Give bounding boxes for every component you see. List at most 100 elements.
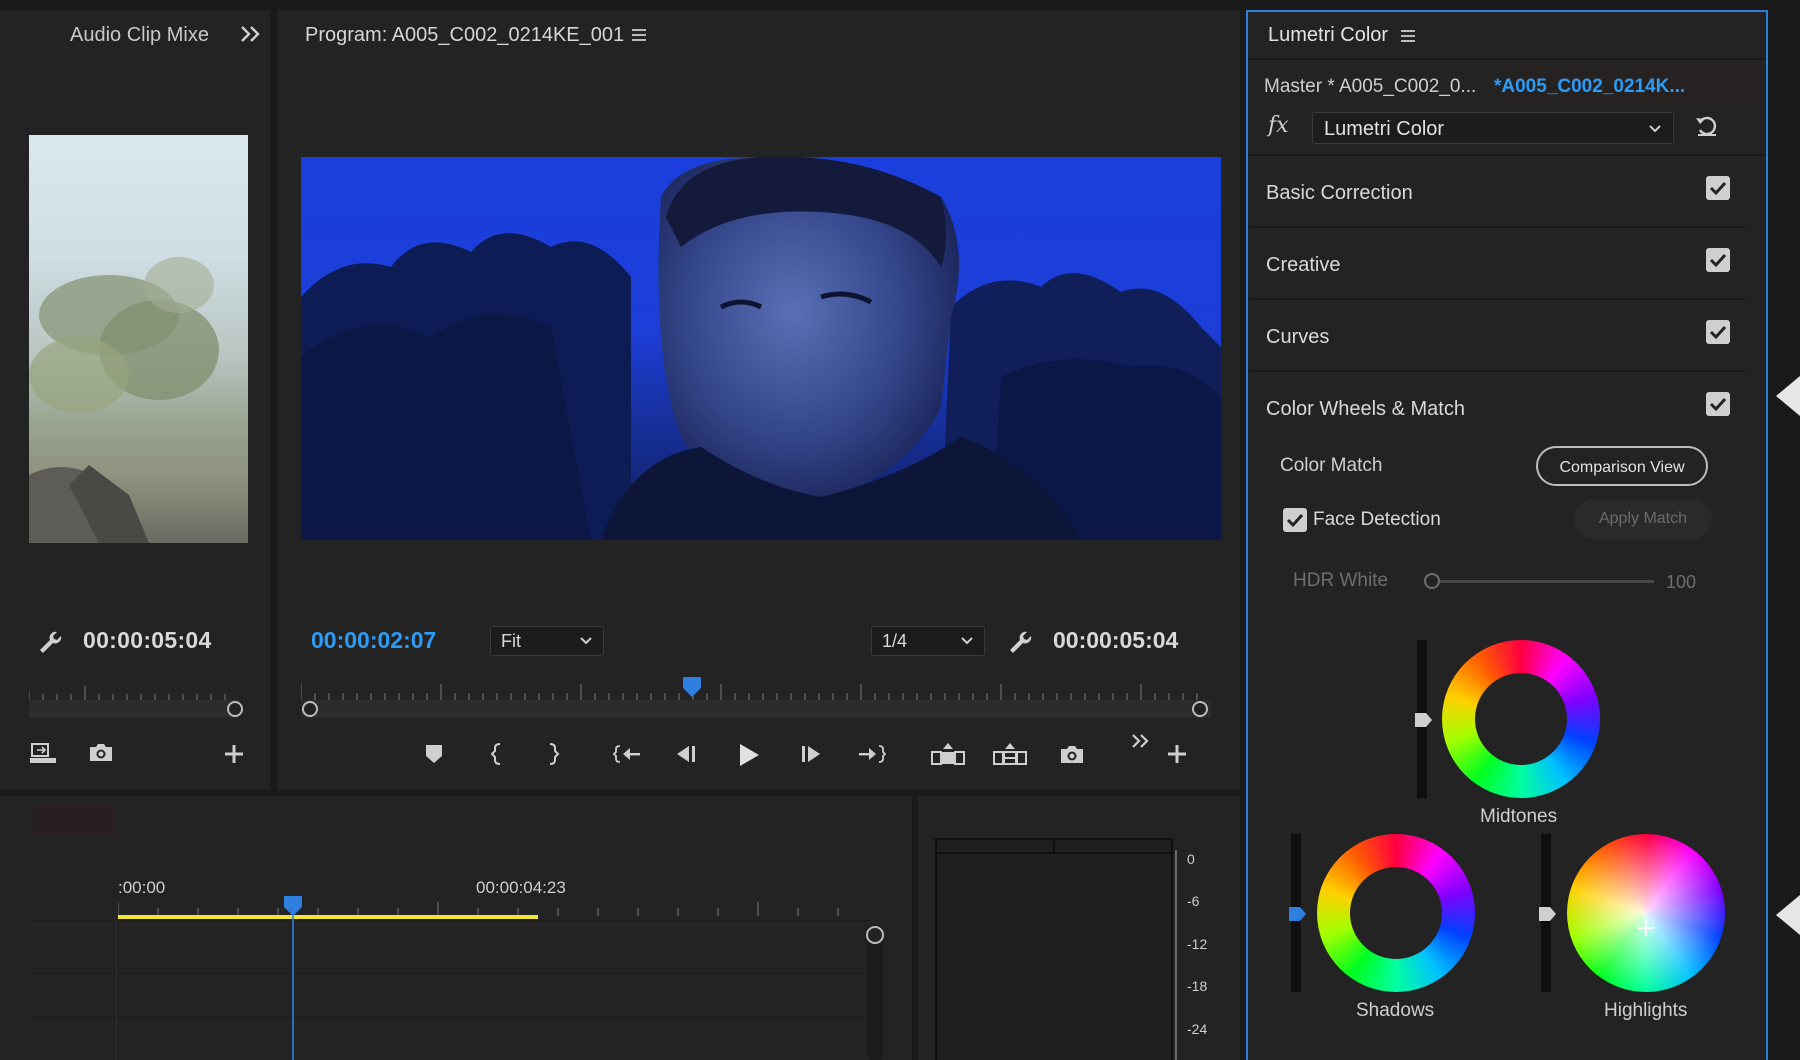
comparison-view-button[interactable]: Comparison View: [1536, 446, 1708, 486]
section-color-wheels-match[interactable]: Color Wheels & Match: [1250, 374, 1746, 444]
panel-collapse-arrow-icon[interactable]: [1776, 895, 1800, 935]
source-timecode[interactable]: 00:00:05:04: [83, 627, 212, 654]
shadows-color-wheel[interactable]: [1317, 834, 1475, 992]
lumetri-header-divider: [1248, 154, 1766, 156]
meter-scale-label: -24: [1187, 1021, 1208, 1037]
apply-match-button[interactable]: Apply Match: [1574, 499, 1712, 539]
mark-in-icon[interactable]: [490, 742, 504, 766]
effect-select[interactable]: Lumetri Color: [1312, 112, 1674, 144]
hdr-white-value[interactable]: 100: [1666, 572, 1696, 593]
section-label: Color Wheels & Match: [1266, 398, 1465, 420]
section-enable-checkbox[interactable]: [1706, 392, 1730, 416]
panel-collapse-arrow-icon[interactable]: [1776, 376, 1800, 416]
panel-tab-audio-clip-mixer[interactable]: Audio Clip Mixe: [70, 24, 209, 47]
panel-tab-lumetri-color[interactable]: Lumetri Color: [1268, 24, 1388, 47]
step-back-icon[interactable]: [675, 745, 697, 763]
section-curves[interactable]: Curves: [1250, 302, 1746, 372]
highlights-luma-handle[interactable]: [1539, 907, 1557, 921]
timeline-tab[interactable]: [34, 805, 116, 835]
section-creative[interactable]: Creative: [1250, 230, 1746, 300]
resolution-select[interactable]: 1/4: [871, 626, 985, 656]
fx-icon[interactable]: fx: [1268, 113, 1289, 138]
timeline-marker-time: 00:00:04:23: [476, 878, 566, 897]
left-time-ruler: [29, 686, 226, 700]
section-enable-checkbox[interactable]: [1706, 320, 1730, 344]
timeline-track-left-edge: [116, 920, 117, 1060]
add-button-icon[interactable]: [223, 743, 245, 765]
zoom-select[interactable]: Fit: [490, 626, 604, 656]
go-to-out-icon[interactable]: [858, 744, 886, 764]
go-to-in-icon[interactable]: [613, 744, 641, 764]
shadows-luma-handle[interactable]: [1289, 907, 1307, 921]
sequence-clip-tab[interactable]: *A005_C002_0214K...: [1494, 76, 1685, 98]
export-frame-icon[interactable]: [29, 741, 57, 765]
panel-divider[interactable]: [270, 10, 277, 790]
lumetri-header-divider: [1248, 58, 1766, 60]
chevron-double-right-icon[interactable]: [1131, 733, 1151, 749]
mark-out-icon[interactable]: [546, 742, 560, 766]
timeline-scrollbar[interactable]: [867, 925, 883, 1060]
master-clip-tab[interactable]: Master * A005_C002_0...: [1264, 76, 1476, 98]
face-detection-label: Face Detection: [1313, 509, 1441, 530]
chevron-down-icon: [579, 636, 593, 646]
reset-icon[interactable]: [1694, 113, 1720, 139]
midtones-luma-handle[interactable]: [1415, 713, 1433, 727]
program-current-timecode[interactable]: 00:00:02:07: [311, 627, 436, 654]
audio-meter-channel-divider: [1053, 838, 1055, 854]
timeline-zoom-handle[interactable]: [866, 926, 884, 944]
midtones-wheel-center: [1475, 673, 1567, 765]
timeline-ruler: [118, 902, 839, 916]
wrench-icon[interactable]: [1007, 629, 1033, 655]
chevron-double-right-icon[interactable]: [240, 25, 262, 43]
crosshair-icon[interactable]: [1637, 919, 1655, 937]
meter-scale-label: -18: [1187, 978, 1208, 994]
program-zoom-start-handle[interactable]: [302, 701, 318, 717]
midtones-color-wheel[interactable]: [1442, 640, 1600, 798]
step-forward-icon[interactable]: [800, 745, 822, 763]
hdr-white-label: HDR White: [1293, 570, 1389, 591]
hdr-white-slider-handle[interactable]: [1424, 573, 1440, 589]
audio-meter-box: [935, 838, 1173, 1060]
meter-scale-label: -6: [1187, 893, 1200, 909]
source-scrub-bar[interactable]: [29, 700, 239, 718]
face-detection-checkbox[interactable]: [1283, 508, 1307, 532]
extract-icon[interactable]: [993, 742, 1027, 766]
add-button-icon[interactable]: [1166, 743, 1188, 765]
meter-scale-label: -12: [1187, 936, 1208, 952]
hamburger-menu-icon[interactable]: [631, 28, 647, 42]
section-basic-correction[interactable]: Basic Correction: [1250, 158, 1746, 228]
meter-scale-label: 0: [1187, 851, 1195, 867]
resolution-select-value: 1/4: [882, 631, 908, 651]
midtones-label: Midtones: [1480, 806, 1558, 827]
color-match-label: Color Match: [1280, 455, 1383, 476]
timeline-track-divider: [29, 920, 869, 921]
program-zoom-end-handle[interactable]: [1192, 701, 1208, 717]
timeline-work-area-bar[interactable]: [118, 915, 538, 919]
effect-select-value: Lumetri Color: [1324, 118, 1445, 140]
play-icon[interactable]: [738, 743, 760, 767]
audio-meter-scale-line: [1175, 850, 1177, 1060]
camera-icon[interactable]: [1059, 743, 1085, 765]
wrench-icon[interactable]: [37, 629, 63, 655]
hdr-white-slider-track[interactable]: [1430, 580, 1654, 583]
shadows-label: Shadows: [1356, 1000, 1435, 1021]
source-thumbnail: [29, 135, 248, 543]
program-video-frame[interactable]: [301, 157, 1221, 540]
add-marker-icon[interactable]: [425, 744, 443, 764]
timeline-track-divider: [29, 1017, 869, 1018]
chevron-down-icon: [1648, 124, 1662, 134]
panel-tab-program[interactable]: Program: A005_C002_0214KE_001: [305, 24, 624, 47]
lift-icon[interactable]: [931, 742, 965, 766]
section-enable-checkbox[interactable]: [1706, 248, 1730, 272]
highlights-color-wheel[interactable]: [1567, 834, 1725, 992]
program-playhead[interactable]: [682, 676, 702, 698]
hamburger-menu-icon[interactable]: [1400, 29, 1416, 43]
program-scrub-bar[interactable]: [301, 700, 1211, 718]
camera-icon[interactable]: [88, 741, 114, 763]
section-enable-checkbox[interactable]: [1706, 176, 1730, 200]
section-label: Basic Correction: [1266, 182, 1413, 204]
timeline-start-time: :00:00: [118, 878, 166, 897]
timeline-playhead[interactable]: [283, 895, 303, 1060]
zoom-handle[interactable]: [227, 701, 243, 717]
timeline-track-divider: [29, 973, 869, 974]
